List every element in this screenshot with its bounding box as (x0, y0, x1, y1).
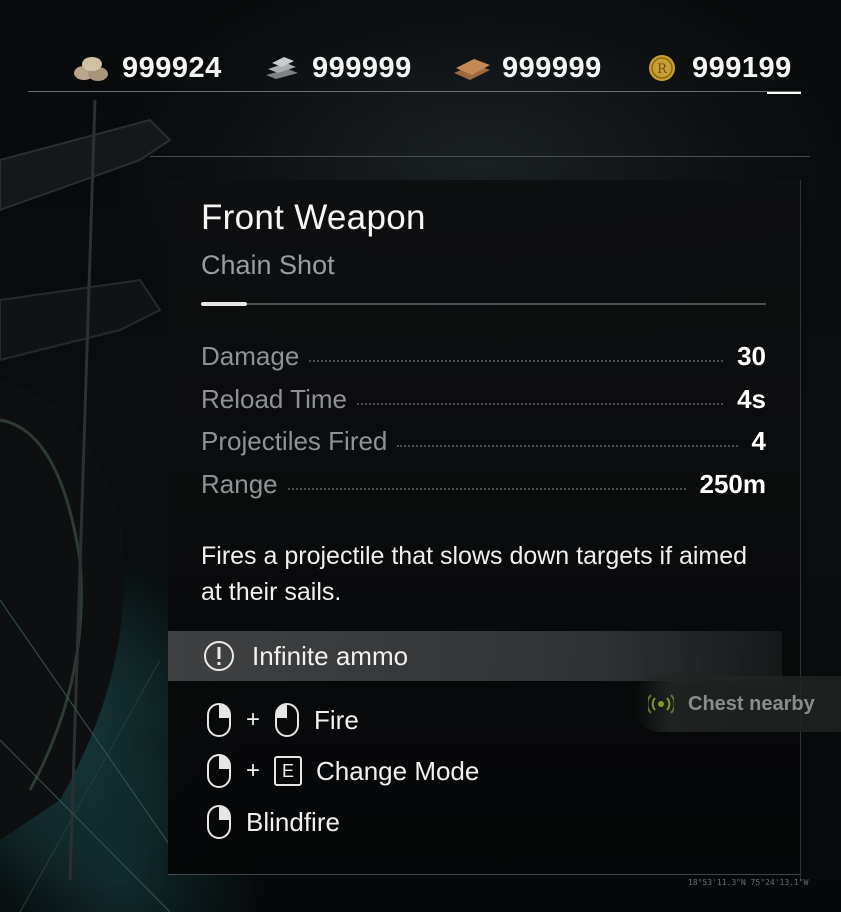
resource-bar-marker (767, 92, 801, 94)
wood-plank-resource-icon (454, 59, 490, 80)
stat-label: Range (201, 468, 278, 499)
resource-wood: 999999 (452, 50, 602, 86)
keyboard-key-e: E (274, 756, 303, 786)
gold-coin-resource-icon: R (649, 55, 675, 81)
plus-sign: + (246, 706, 261, 733)
stat-row-range: Range 250m (201, 465, 766, 503)
stat-value: 30 (737, 340, 766, 371)
control-action: Change Mode (316, 755, 480, 786)
weapon-divider (201, 302, 766, 306)
stat-row-damage: Damage 30 (201, 337, 766, 375)
resource-value: 999924 (122, 51, 222, 84)
control-action: Fire (314, 704, 359, 735)
stat-value: 4 (751, 425, 766, 456)
stat-label: Projectiles Fired (201, 425, 388, 456)
divider-highlight (201, 302, 247, 306)
resource-bar: 999924 999999 999999 R 999199 (28, 44, 801, 94)
resource-value: 999999 (312, 51, 412, 84)
stat-leader (397, 444, 738, 447)
weapon-title: Front Weapon (201, 198, 426, 237)
mouse-left-button-icon (275, 703, 300, 737)
coordinates-readout: 18°53'11.3"N 75°24'13.1"W (688, 878, 809, 887)
resource-bar-divider (28, 91, 801, 92)
frame-line-right (800, 180, 801, 880)
ammo-bar: Infinite ammo (168, 631, 782, 681)
stat-leader (309, 359, 724, 362)
mouse-right-button-icon (207, 805, 231, 839)
resource-iron: 999999 (262, 50, 412, 86)
exclamation-circle-icon (204, 641, 234, 671)
svg-text:R: R (657, 62, 668, 77)
resource-value: 999199 (692, 51, 792, 84)
mouse-right-button-icon (207, 754, 231, 788)
chest-nearby-notification: Chest nearby (632, 676, 841, 732)
stat-label: Damage (201, 340, 300, 371)
weapon-info-panel: Front Weapon Chain Shot Damage 30 Reload… (168, 180, 800, 874)
ship-silhouette (0, 100, 180, 912)
frame-line-top (150, 156, 810, 157)
control-row-fire: + Fire (206, 700, 359, 740)
stat-leader (356, 402, 724, 405)
control-row-change-mode: + E Change Mode (206, 751, 479, 791)
control-row-blindfire: Blindfire (206, 802, 340, 842)
weapon-description: Fires a projectile that slows down targe… (201, 542, 748, 606)
stat-value: 250m (699, 468, 767, 499)
chest-nearby-text: Chest nearby (688, 692, 815, 715)
stone-resource-icon (74, 57, 108, 81)
stat-row-projectiles-fired: Projectiles Fired 4 (201, 422, 766, 460)
plus-sign: + (246, 757, 261, 784)
stat-row-reload-time: Reload Time 4s (201, 380, 766, 418)
mouse-right-button-icon (207, 703, 231, 737)
stat-label: Reload Time (201, 383, 347, 414)
stat-value: 4s (737, 383, 766, 414)
iron-ingot-resource-icon (266, 57, 298, 79)
resource-stone: 999924 (72, 50, 222, 86)
frame-line-bottom (168, 874, 800, 875)
ammo-text: Infinite ammo (252, 640, 409, 671)
resource-value: 999999 (502, 51, 602, 84)
control-action: Blindfire (246, 806, 340, 837)
resource-gold: R 999199 (642, 50, 792, 86)
signal-icon (648, 694, 674, 714)
stat-leader (287, 487, 686, 490)
weapon-subtitle: Chain Shot (201, 250, 335, 280)
